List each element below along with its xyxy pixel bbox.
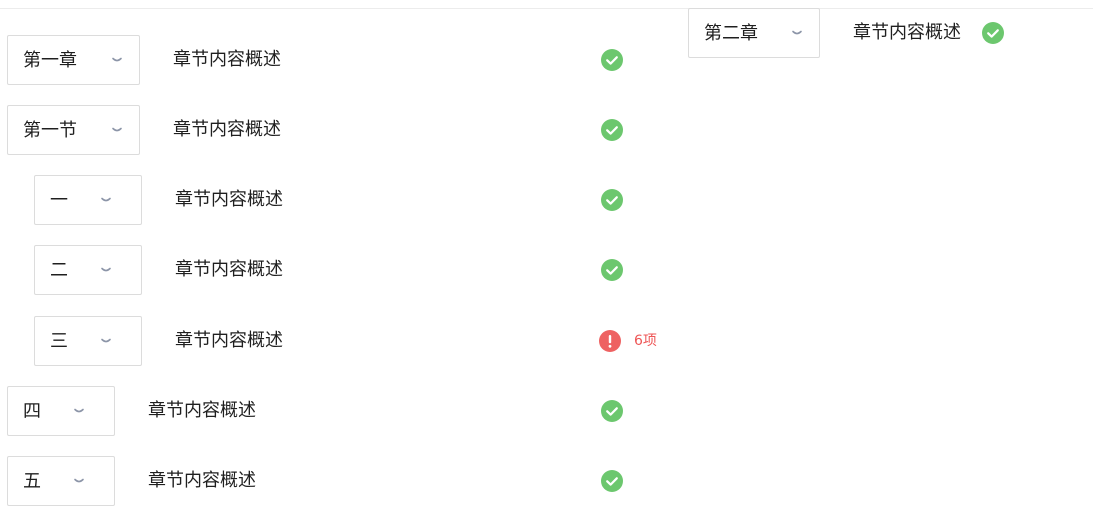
select-value: 三 (50, 331, 68, 352)
item-description: 章节内容概述 (175, 259, 283, 280)
select-value: 第二章 (704, 23, 758, 44)
level-select[interactable]: 二 (34, 245, 142, 295)
chevron-down-icon (100, 194, 112, 206)
check-circle-icon (601, 470, 623, 492)
item-description: 章节内容概述 (173, 119, 281, 140)
list-item: 二 章节内容概述 (34, 245, 637, 295)
list-item: 五 章节内容概述 (7, 456, 637, 506)
check-circle-icon (982, 22, 1004, 44)
level-select[interactable]: 五 (7, 456, 115, 506)
exclamation-circle-icon (599, 330, 621, 352)
list-item: 三 章节内容概述 6项 (34, 316, 674, 366)
check-circle-icon (601, 189, 623, 211)
chevron-down-icon (100, 335, 112, 347)
level-select[interactable]: 一 (34, 175, 142, 225)
level-select[interactable]: 三 (34, 316, 142, 366)
check-circle-icon (601, 259, 623, 281)
select-value: 二 (50, 260, 68, 281)
level-select[interactable]: 第一节 (7, 105, 140, 155)
select-value: 五 (23, 471, 41, 492)
chevron-down-icon (111, 54, 123, 66)
select-value: 第一章 (23, 50, 77, 71)
list-item: 第一章 章节内容概述 (7, 35, 637, 85)
error-count: 6项 (634, 333, 657, 349)
chevron-down-icon (73, 405, 85, 417)
chevron-down-icon (111, 124, 123, 136)
select-value: 一 (50, 190, 68, 211)
chevron-down-icon (100, 264, 112, 276)
list-item: 四 章节内容概述 (7, 386, 637, 436)
level-select[interactable]: 第一章 (7, 35, 140, 85)
check-circle-icon (601, 49, 623, 71)
item-description: 章节内容概述 (148, 400, 256, 421)
item-description: 章节内容概述 (173, 49, 281, 70)
item-description: 章节内容概述 (175, 189, 283, 210)
item-description: 章节内容概述 (148, 470, 256, 491)
level-select[interactable]: 四 (7, 386, 115, 436)
select-value: 第一节 (23, 120, 77, 141)
list-item: 一 章节内容概述 (34, 175, 637, 225)
chevron-down-icon (73, 475, 85, 487)
chapter-description: 章节内容概述 (853, 22, 961, 43)
chapter-select[interactable]: 第二章 (688, 8, 820, 58)
check-circle-icon (601, 400, 623, 422)
chevron-down-icon (791, 27, 803, 39)
chapter-row-right: 第二章 章节内容概述 (688, 8, 1018, 58)
item-description: 章节内容概述 (175, 330, 283, 351)
select-value: 四 (23, 401, 41, 422)
check-circle-icon (601, 119, 623, 141)
list-item: 第一节 章节内容概述 (7, 105, 637, 155)
